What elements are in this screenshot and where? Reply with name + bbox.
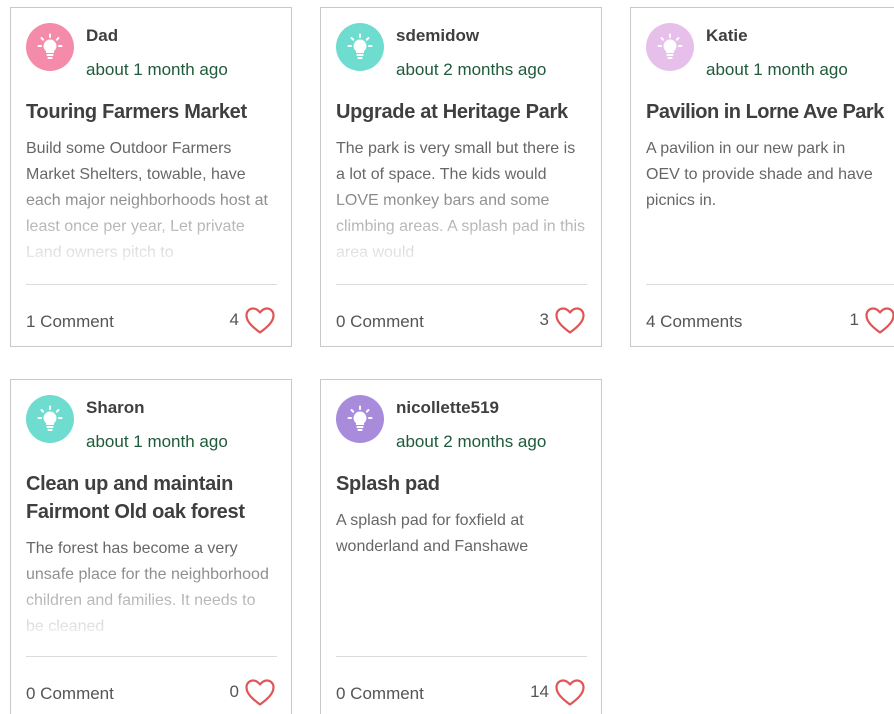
- author-name: nicollette519: [396, 398, 499, 417]
- description-container: A pavilion in our new park in OEV to pro…: [646, 136, 874, 264]
- heart-icon[interactable]: [244, 677, 276, 707]
- comments-link[interactable]: 0 Comment: [26, 684, 114, 704]
- like-count: 0: [229, 682, 239, 701]
- idea-card[interactable]: nicollette519 about 2 months ago Splash …: [320, 379, 602, 714]
- heart-icon[interactable]: [554, 677, 586, 707]
- idea-title[interactable]: Clean up and maintain Fairmont Old oak f…: [26, 470, 266, 526]
- description-container: The park is very small but there is a lo…: [336, 136, 587, 264]
- comments-link[interactable]: 4 Comments: [646, 312, 742, 332]
- idea-title[interactable]: Splash pad: [336, 470, 440, 498]
- description-container: A splash pad for foxfield at wonderland …: [336, 508, 587, 636]
- lightbulb-icon: [36, 405, 64, 433]
- comments-link[interactable]: 1 Comment: [26, 312, 114, 332]
- like-count: 3: [539, 310, 549, 329]
- lightbulb-icon: [346, 33, 374, 61]
- likes: 3: [540, 305, 586, 335]
- likes: 0: [230, 677, 276, 707]
- like-count: 1: [849, 310, 859, 329]
- idea-title[interactable]: Touring Farmers Market: [26, 98, 247, 126]
- like-count: 4: [229, 310, 239, 329]
- post-time: about 2 months ago: [396, 432, 547, 451]
- comments-link[interactable]: 0 Comment: [336, 312, 424, 332]
- avatar: [336, 23, 384, 71]
- avatar: [26, 395, 74, 443]
- idea-title[interactable]: Pavilion in Lorne Ave Park: [646, 98, 884, 126]
- idea-card[interactable]: sdemidow about 2 months ago Upgrade at H…: [320, 7, 602, 347]
- idea-description: Build some Outdoor Farmers Market Shelte…: [26, 140, 268, 261]
- avatar: [336, 395, 384, 443]
- likes: 4: [230, 305, 276, 335]
- lightbulb-icon: [656, 33, 684, 61]
- post-time: about 1 month ago: [706, 60, 848, 79]
- idea-card[interactable]: Dad about 1 month ago Touring Farmers Ma…: [10, 7, 292, 347]
- author-name: sdemidow: [396, 26, 480, 45]
- heart-icon[interactable]: [554, 305, 586, 335]
- likes: 1: [850, 305, 894, 335]
- author-name: Katie: [706, 26, 748, 45]
- author-name: Sharon: [86, 398, 145, 417]
- post-time: about 1 month ago: [86, 60, 228, 79]
- heart-icon[interactable]: [864, 305, 894, 335]
- heart-icon[interactable]: [244, 305, 276, 335]
- post-time: about 1 month ago: [86, 432, 228, 451]
- description-container: The forest has become a very unsafe plac…: [26, 536, 277, 638]
- divider: [336, 656, 587, 657]
- like-count: 14: [530, 682, 549, 701]
- divider: [646, 284, 894, 285]
- divider: [336, 284, 587, 285]
- avatar: [26, 23, 74, 71]
- post-time: about 2 months ago: [396, 60, 547, 79]
- idea-title[interactable]: Upgrade at Heritage Park: [336, 98, 568, 126]
- idea-card[interactable]: Sharon about 1 month ago Clean up and ma…: [10, 379, 292, 714]
- divider: [26, 284, 277, 285]
- lightbulb-icon: [346, 405, 374, 433]
- idea-description: The park is very small but there is a lo…: [336, 140, 586, 261]
- avatar: [646, 23, 694, 71]
- idea-description: A splash pad for foxfield at wonderland …: [336, 512, 529, 555]
- likes: 14: [530, 677, 586, 707]
- idea-card-grid: Dad about 1 month ago Touring Farmers Ma…: [0, 0, 894, 714]
- comments-link[interactable]: 0 Comment: [336, 684, 424, 704]
- idea-card[interactable]: Katie about 1 month ago Pavilion in Lorn…: [630, 7, 894, 347]
- description-container: Build some Outdoor Farmers Market Shelte…: [26, 136, 277, 264]
- idea-description: A pavilion in our new park in OEV to pro…: [646, 140, 873, 209]
- idea-description: The forest has become a very unsafe plac…: [26, 540, 269, 635]
- author-name: Dad: [86, 26, 119, 45]
- lightbulb-icon: [36, 33, 64, 61]
- divider: [26, 656, 277, 657]
